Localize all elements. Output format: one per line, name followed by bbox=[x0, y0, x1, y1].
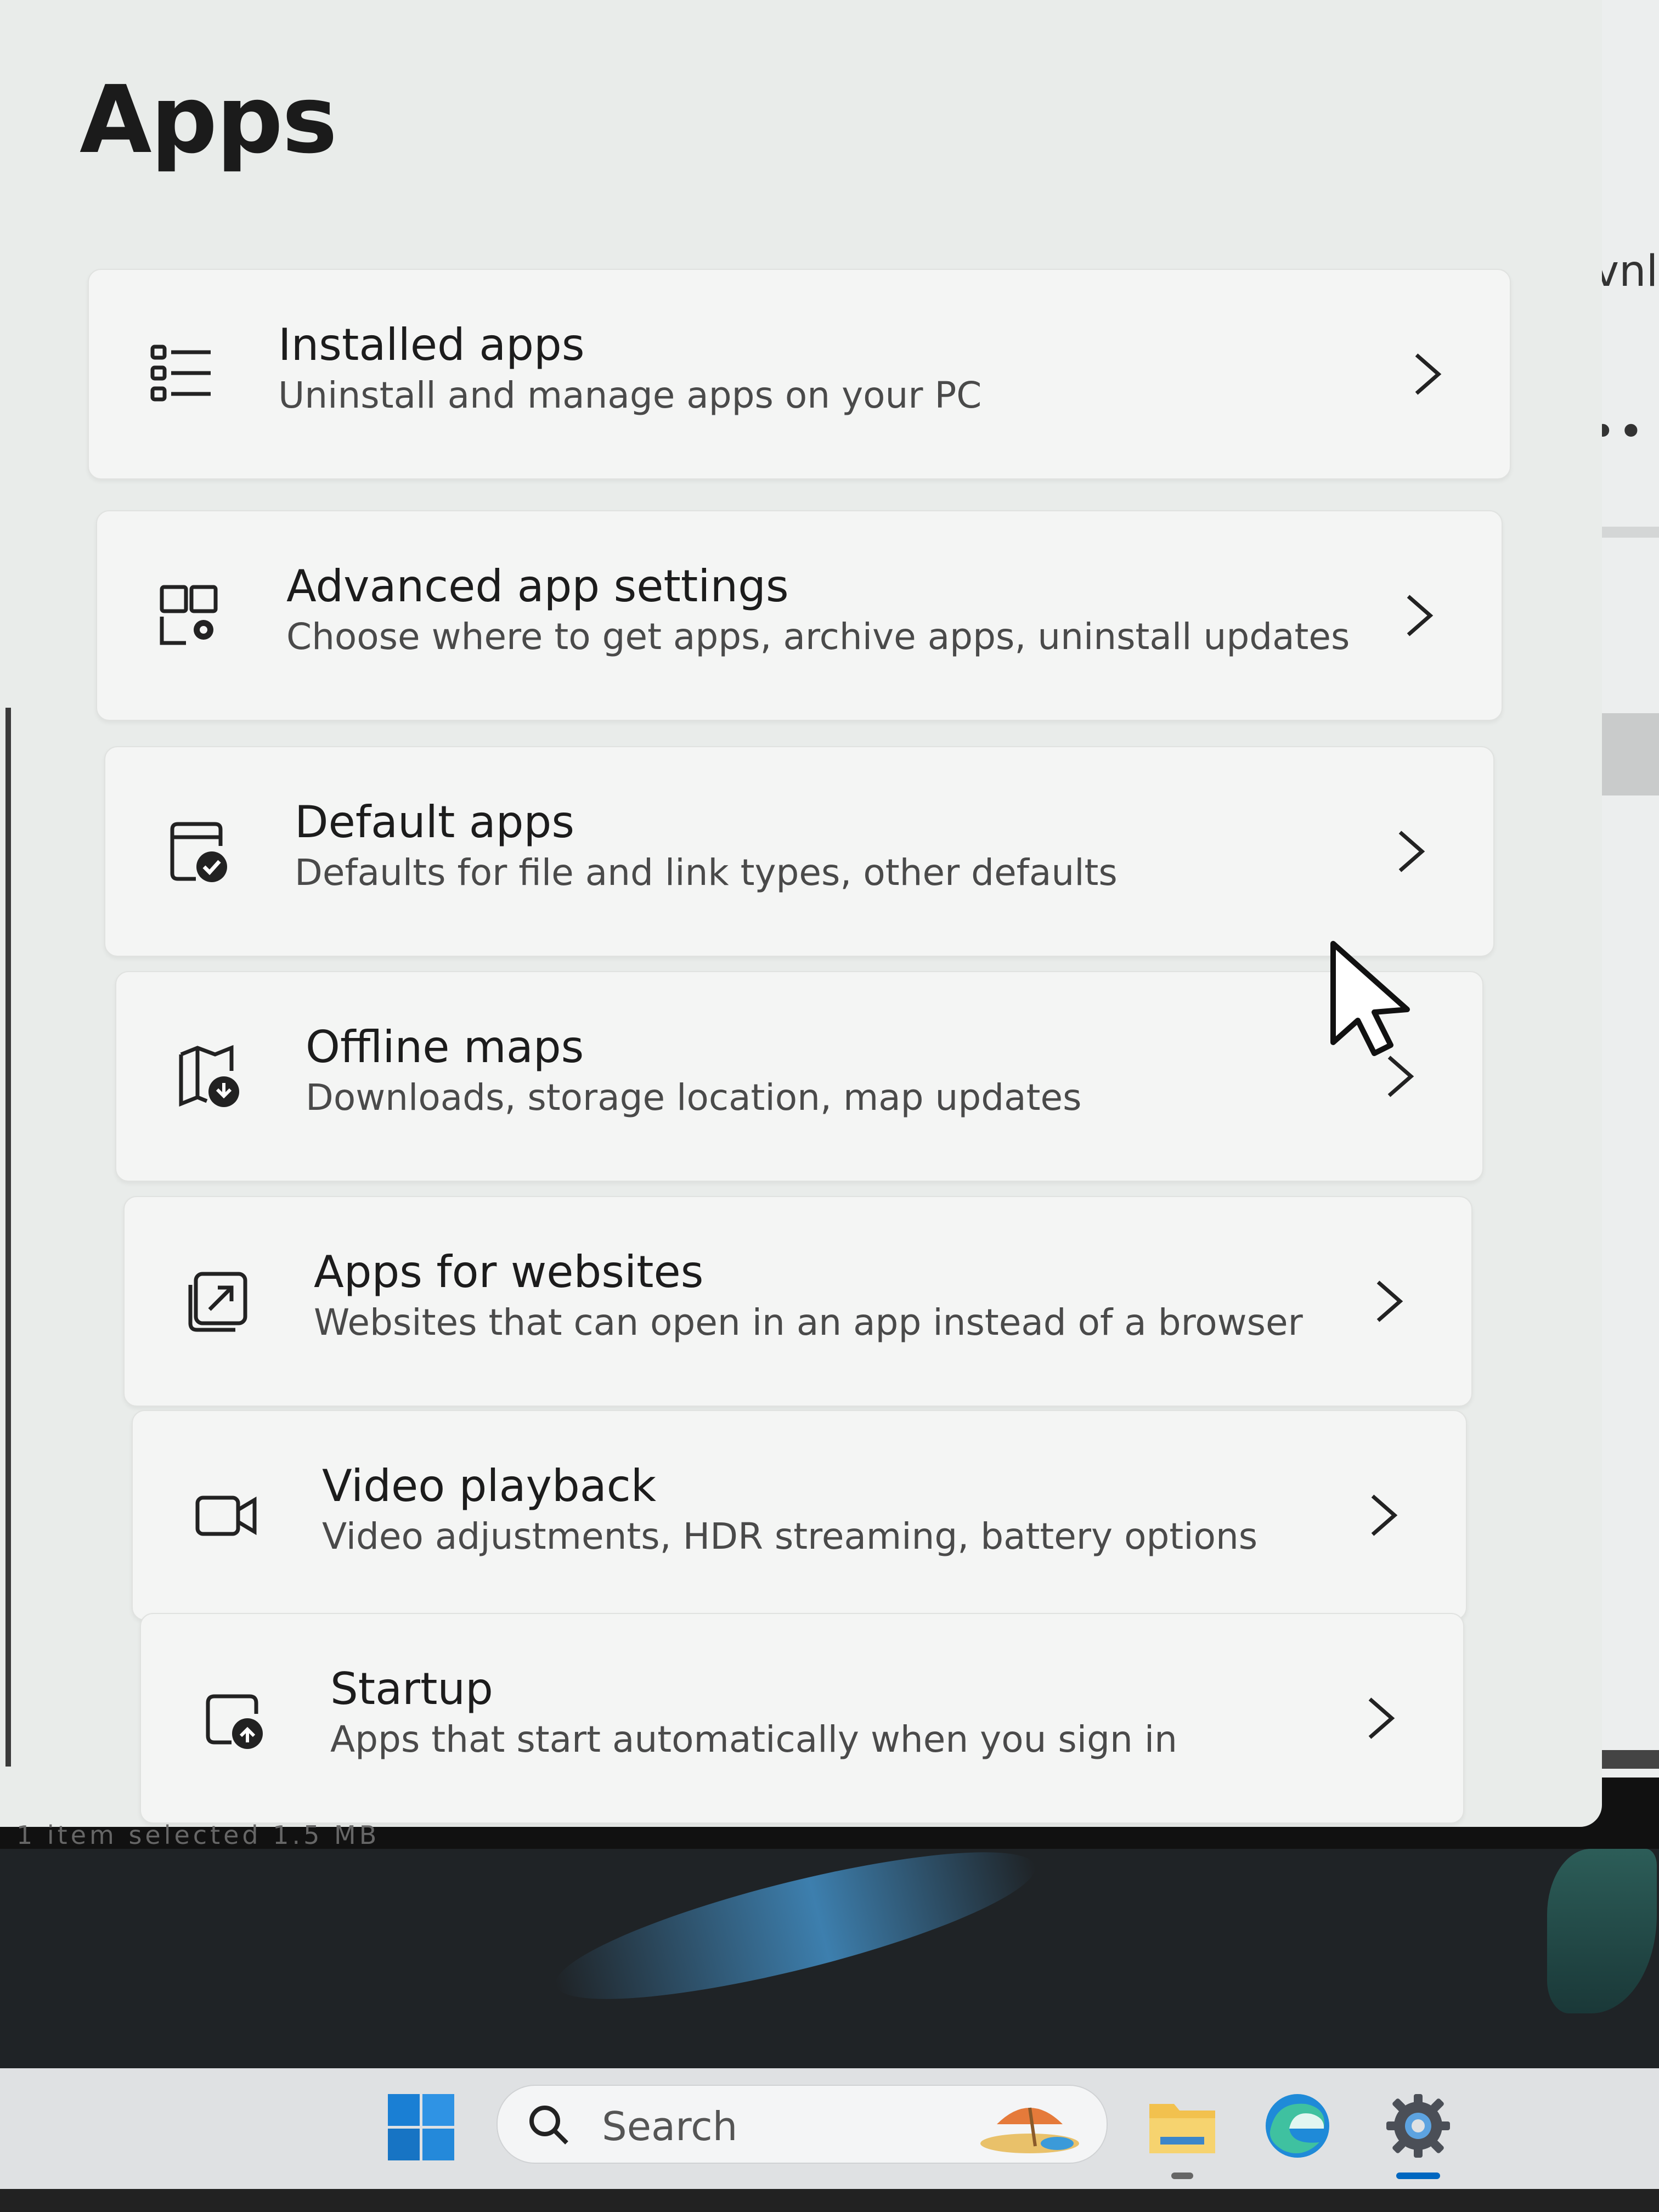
installed-apps-icon bbox=[150, 345, 211, 402]
windows-start-icon[interactable] bbox=[387, 2093, 455, 2162]
explorer-status-text: 1 item selected 1.5 MB bbox=[16, 1820, 380, 1850]
chevron-right-icon bbox=[1371, 1494, 1398, 1536]
weather-beach-icon bbox=[980, 2107, 1079, 2153]
card-subtitle: Video adjustments, HDR streaming, batter… bbox=[322, 1515, 1258, 1558]
edge-browser-icon[interactable] bbox=[1259, 2087, 1336, 2164]
default-apps-icon bbox=[170, 822, 227, 882]
card-subtitle: Downloads, storage location, map updates bbox=[306, 1076, 1082, 1119]
chevron-right-icon bbox=[1407, 595, 1434, 636]
search-icon bbox=[529, 2106, 568, 2145]
search-placeholder: Search bbox=[602, 2103, 738, 2149]
default-apps-card[interactable]: Default apps Defaults for file and link … bbox=[104, 746, 1494, 957]
page-title: Apps bbox=[80, 66, 337, 174]
file-explorer-icon[interactable] bbox=[1144, 2087, 1221, 2164]
taskbar-edge bbox=[0, 2189, 1659, 2212]
chevron-right-icon bbox=[1398, 831, 1425, 872]
installed-apps-card[interactable]: Installed apps Uninstall and manage apps… bbox=[88, 269, 1511, 479]
settings-active-indicator bbox=[1396, 2172, 1440, 2179]
chevron-right-icon bbox=[1415, 353, 1442, 395]
settings-gear-icon[interactable] bbox=[1380, 2087, 1457, 2164]
apps-for-websites-card[interactable]: Apps for websites Websites that can open… bbox=[123, 1196, 1472, 1407]
window-edge bbox=[5, 708, 11, 1767]
apps-settings-panel: Apps Installed apps Uninstall and manage… bbox=[0, 0, 1602, 1827]
background-partial-text: vnl bbox=[1594, 247, 1658, 296]
card-title: Advanced app settings bbox=[286, 561, 789, 612]
card-subtitle: Defaults for file and link types, other … bbox=[295, 851, 1118, 894]
card-title: Video playback bbox=[322, 1460, 657, 1511]
advanced-app-settings-icon bbox=[160, 585, 218, 645]
card-subtitle: Choose where to get apps, archive apps, … bbox=[286, 616, 1350, 658]
offline-maps-card[interactable]: Offline maps Downloads, storage location… bbox=[115, 971, 1483, 1182]
advanced-app-settings-card[interactable]: Advanced app settings Choose where to ge… bbox=[96, 510, 1503, 721]
card-title: Offline maps bbox=[306, 1022, 584, 1073]
card-title: Installed apps bbox=[278, 319, 585, 370]
card-title: Apps for websites bbox=[314, 1246, 704, 1297]
card-title: Default apps bbox=[295, 797, 574, 848]
video-playback-icon bbox=[195, 1496, 257, 1536]
startup-card[interactable]: Startup Apps that start automatically wh… bbox=[140, 1613, 1464, 1824]
startup-icon bbox=[206, 1694, 263, 1749]
card-subtitle: Uninstall and manage apps on your PC bbox=[278, 374, 982, 416]
card-subtitle: Websites that can open in an app instead… bbox=[314, 1301, 1303, 1344]
card-title: Startup bbox=[330, 1663, 493, 1714]
file-explorer-running-indicator bbox=[1171, 2172, 1193, 2179]
chevron-right-icon bbox=[1368, 1697, 1395, 1739]
video-playback-card[interactable]: Video playback Video adjustments, HDR st… bbox=[132, 1410, 1467, 1621]
chevron-right-icon bbox=[1376, 1280, 1403, 1322]
taskbar-search-box[interactable]: Search bbox=[496, 2085, 1108, 2164]
mouse-pointer-icon bbox=[1330, 941, 1410, 1056]
card-subtitle: Apps that start automatically when you s… bbox=[330, 1718, 1178, 1760]
apps-for-websites-icon bbox=[188, 1272, 247, 1332]
offline-maps-icon bbox=[179, 1045, 239, 1107]
